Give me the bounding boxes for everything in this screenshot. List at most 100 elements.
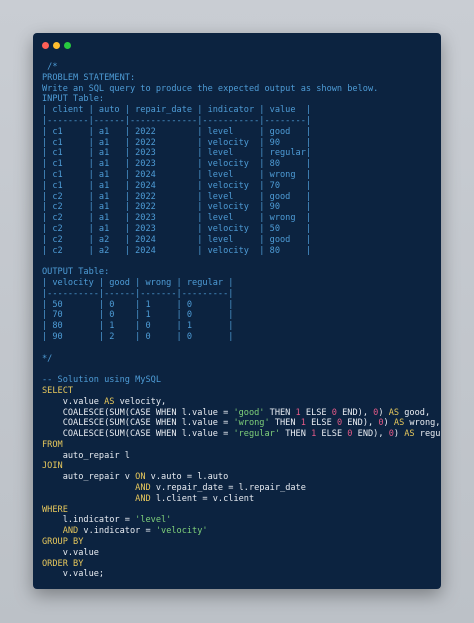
code-token: auto_repair v [42,472,136,483]
code-line: INPUT Table: [42,94,439,105]
code-token: COALESCE(SUM(CASE WHEN l.value = [42,407,234,418]
code-line: SELECT [42,386,439,397]
code-token: | c1 | a1 | 2022 | level | good | [42,126,312,137]
code-token: auto_repair l [42,450,130,461]
code-line: ORDER BY [42,559,439,570]
code-line: | 70 | 0 | 1 | 0 | [42,310,439,321]
code-line: | velocity | good | wrong | regular | [42,278,439,289]
code-token: v.repair_date = l.repair_date [150,483,306,494]
code-token: WHERE [42,504,68,515]
code-token: /* [42,62,58,72]
code-token: v.indicator = [78,526,156,537]
code-line: GROUP BY [42,537,439,548]
code-token: | c2 | a2 | 2024 | velocity | 80 | [42,245,312,256]
code-line: | c2 | a1 | 2022 | velocity | 90 | [42,202,439,213]
code-token: OUTPUT Table: [42,267,110,278]
code-token: wrong, [404,418,441,429]
code-token: -- Solution using MySQL [42,375,161,386]
code-line: | c1 | a1 | 2022 | velocity | 90 | [42,138,439,149]
code-token: ) [378,407,389,418]
code-token: AND [62,526,79,537]
code-token: INPUT Table: [42,94,105,105]
code-token: | c2 | a1 | 2023 | velocity | 50 | [42,223,312,234]
code-token: ELSE [300,407,332,418]
code-line: COALESCE(SUM(CASE WHEN l.value = 'regula… [42,429,441,440]
code-token: AND [135,493,151,504]
code-line: | client | auto | repair_date | indicato… [42,105,439,116]
code-line: OUTPUT Table: [42,267,439,278]
code-token: v.value [42,547,99,558]
code-line: |----------|------|-------|---------| [42,289,439,300]
code-token: l.client = v.client [150,493,255,504]
maximize-dot-icon[interactable] [64,42,71,49]
code-line: AND v.indicator = 'velocity' [42,526,439,537]
code-line: | c2 | a1 | 2022 | level | good | [42,192,439,203]
code-token: ORDER BY [42,558,84,569]
code-token: | velocity | good | wrong | regular | [42,277,234,288]
code-token: | 80 | 1 | 0 | 1 | [42,321,234,332]
code-token: AS [104,396,115,407]
code-line: | c1 | a1 | 2023 | velocity | 80 | [42,159,439,170]
code-token: Write an SQL query to produce the expect… [42,83,379,94]
code-token: | c2 | a1 | 2022 | velocity | 90 | [42,202,312,213]
code-token: v.value [42,396,105,407]
code-line: v.value [42,548,439,559]
code-token: | client | auto | repair_date | indicato… [42,105,312,116]
code-token: |--------|------|-------------|---------… [42,115,312,126]
code-token: | c1 | a1 | 2023 | velocity | 80 | [42,159,312,170]
code-token: v.auto = l.auto [145,472,229,483]
code-token: AS [393,418,405,429]
code-token: | c1 | a1 | 2023 | level | regular| [42,148,312,159]
window-controls [42,42,71,49]
code-token: 'regular' [233,429,281,440]
code-line: | 90 | 2 | 0 | 0 | [42,332,439,343]
code-line: auto_repair v ON v.auto = l.auto [42,472,439,483]
code-line: WHERE [42,505,439,516]
code-token: | 50 | 0 | 1 | 0 | [42,299,234,310]
code-line: COALESCE(SUM(CASE WHEN l.value = 'wrong'… [42,418,441,429]
code-token: 'good' [233,407,265,418]
code-token: regular [419,429,441,440]
code-line: | 50 | 0 | 1 | 0 | [42,300,439,311]
code-line: COALESCE(SUM(CASE WHEN l.value = 'good' … [42,408,439,419]
code-line: | c2 | a2 | 2024 | velocity | 80 | [42,246,439,257]
code-token: THEN [264,407,296,418]
code-line: | c2 | a1 | 2023 | level | wrong | [42,213,439,224]
code-token: SELECT [42,385,74,396]
code-token: velocity, [114,396,167,407]
code-token: JOIN [42,461,63,472]
code-token: | 70 | 0 | 1 | 0 | [42,310,234,321]
code-token: END), [352,429,389,440]
code-token: | c1 | a1 | 2024 | velocity | 70 | [42,180,312,191]
code-token: | c2 | a2 | 2024 | level | good | [42,234,312,245]
code-token: ELSE [316,429,348,440]
code-token: END), [336,407,374,418]
code-line: | c2 | a1 | 2023 | velocity | 50 | [42,224,439,235]
sql-code-block: /* PROBLEM STATEMENT: Write an SQL query t… [42,62,441,580]
code-line: v.value; [42,569,439,580]
code-token: v.value; [42,569,105,580]
code-token: ) [383,418,394,429]
code-line: | c1 | a1 | 2023 | level | regular| [42,148,439,159]
code-token: END), [342,418,379,429]
code-token: 'wrong' [233,418,270,429]
minimize-dot-icon[interactable] [53,42,60,49]
code-line: auto_repair l [42,451,439,462]
code-token: | c2 | a1 | 2023 | level | wrong | [42,213,312,224]
code-token: | c2 | a1 | 2022 | level | good | [42,191,312,202]
code-line: Write an SQL query to produce the expect… [42,84,439,95]
code-token: ) [393,429,405,440]
code-token: ELSE [305,418,337,429]
code-token: | c1 | a1 | 2024 | level | wrong | [42,169,312,180]
code-line: v.value AS velocity, [42,397,439,408]
code-token: ON [135,472,146,483]
code-line: | c1 | a1 | 2024 | velocity | 70 | [42,181,439,192]
close-dot-icon[interactable] [42,42,49,49]
code-token: AS [404,429,415,440]
code-token: | c1 | a1 | 2022 | velocity | 90 | [42,137,312,148]
code-token: THEN [269,418,301,429]
